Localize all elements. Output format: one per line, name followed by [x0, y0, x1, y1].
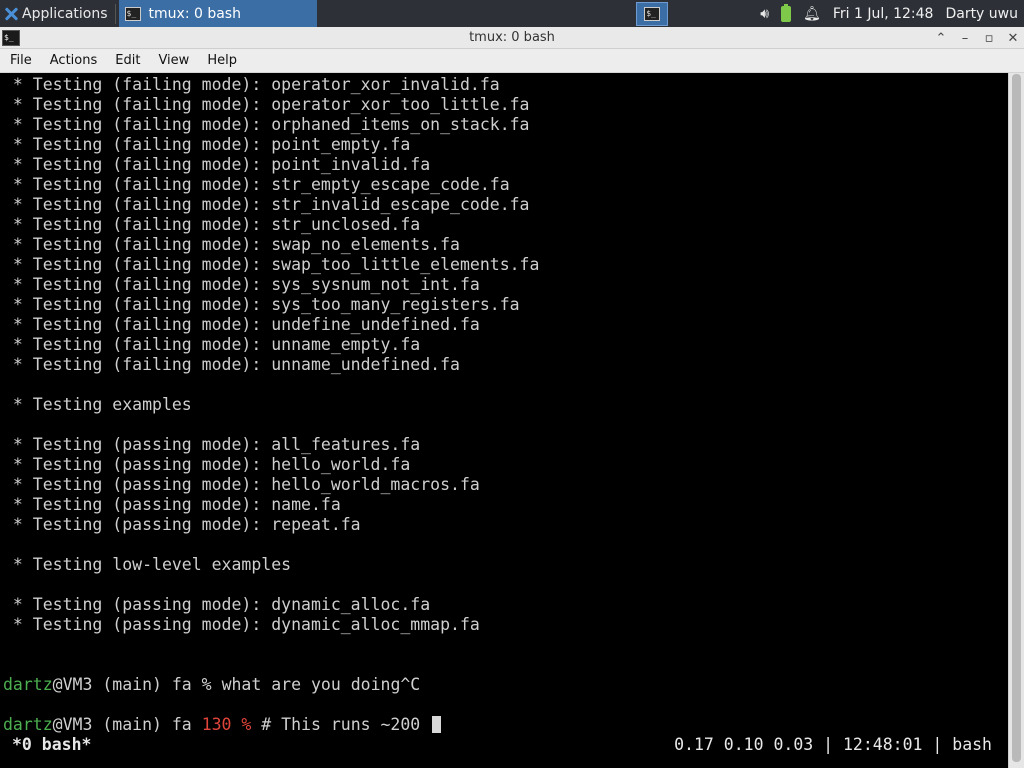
menu-help[interactable]: Help: [197, 53, 245, 68]
terminal-line: * Testing (failing mode): str_unclosed.f…: [3, 215, 421, 234]
prompt-line: dartz@VM3 (main) fa % what are you doing…: [3, 675, 420, 695]
prompt-host: @VM3 (main) fa: [52, 715, 202, 734]
terminal-line: * Testing (failing mode): unname_empty.f…: [3, 335, 421, 354]
shade-button[interactable]: ⌃: [934, 31, 948, 46]
terminal-line: * Testing (passing mode): dynamic_alloc_…: [3, 615, 480, 634]
menu-view[interactable]: View: [148, 53, 197, 68]
terminal-line: * Testing (failing mode): sys_sysnum_not…: [3, 275, 480, 294]
panel-separator: [114, 3, 116, 24]
clock[interactable]: Fri 1 Jul, 12:48: [833, 6, 934, 22]
terminal-line: * Testing low-level examples: [3, 555, 292, 574]
terminal-line: * Testing (failing mode): point_empty.fa: [3, 135, 411, 154]
minimize-button[interactable]: –: [958, 31, 972, 46]
window-title: tmux: 0 bash: [469, 30, 555, 45]
notification-bell-icon[interactable]: 🔔︎: [803, 6, 821, 22]
terminal-line: * Testing (failing mode): str_invalid_es…: [3, 195, 530, 214]
prompt-command: # This runs ~200: [251, 715, 431, 734]
terminal-line: * Testing (passing mode): name.fa: [3, 495, 341, 514]
terminal-line: * Testing (failing mode): operator_xor_i…: [3, 75, 500, 94]
terminal-line: * Testing (failing mode): unname_undefin…: [3, 355, 460, 374]
terminal-line: * Testing (passing mode): hello_world.fa: [3, 455, 411, 474]
window-titlebar[interactable]: $_ tmux: 0 bash ⌃ – ▫ ✕: [0, 27, 1024, 49]
volume-icon[interactable]: 🔊︎: [760, 6, 769, 22]
terminal-line: * Testing (failing mode): sys_too_many_r…: [3, 295, 520, 314]
menu-actions[interactable]: Actions: [40, 53, 106, 68]
terminal-line: * Testing (passing mode): repeat.fa: [3, 515, 361, 534]
menu-edit[interactable]: Edit: [105, 53, 148, 68]
terminal-line: * Testing (failing mode): str_empty_esca…: [3, 175, 510, 194]
terminal-line: * Testing (failing mode): undefine_undef…: [3, 315, 480, 334]
scrollbar-thumb[interactable]: [1012, 74, 1021, 762]
menu-bar: File Actions Edit View Help: [0, 49, 1024, 73]
tmux-window-label[interactable]: *0 bash*: [12, 735, 91, 754]
user-menu[interactable]: Darty uwu: [945, 6, 1018, 22]
prompt-host: @VM3 (main) fa %: [52, 675, 222, 694]
system-tray: 🔊︎ 🔔︎ Fri 1 Jul, 12:48 Darty uwu: [674, 3, 1024, 22]
terminal-line: * Testing examples: [3, 395, 192, 414]
terminal-line: * Testing (failing mode): orphaned_items…: [3, 115, 530, 134]
text-cursor: [432, 716, 442, 733]
maximize-button[interactable]: ▫: [982, 31, 996, 46]
taskbar-item-label: tmux: 0 bash: [148, 5, 241, 22]
terminal-line: * Testing (failing mode): swap_no_elemen…: [3, 235, 460, 254]
close-button[interactable]: ✕: [1006, 31, 1020, 46]
applications-label: Applications: [22, 5, 108, 22]
tmux-status-right: 0.17 0.10 0.03 | 12:48:01 | bash: [674, 735, 992, 754]
battery-icon[interactable]: [781, 3, 792, 22]
terminal-output[interactable]: * Testing (failing mode): operator_xor_i…: [0, 73, 1008, 768]
workspace-switcher[interactable]: $_: [636, 1, 669, 26]
prompt-user: dartz: [3, 675, 53, 694]
prompt-user: dartz: [3, 715, 53, 734]
tmux-status-bar: *0 bash* 0.17 0.10 0.03 | 12:48:01 | bas…: [0, 735, 1008, 757]
terminal-line: * Testing (failing mode): point_invalid.…: [3, 155, 431, 174]
taskbar-item-terminal[interactable]: $_ tmux: 0 bash: [118, 0, 317, 27]
terminal-icon: $_: [124, 6, 141, 21]
prompt-line-active[interactable]: dartz@VM3 (main) fa 130 % # This runs ~2…: [3, 715, 442, 735]
terminal-line: * Testing (passing mode): dynamic_alloc.…: [3, 595, 431, 614]
terminal-line: * Testing (passing mode): hello_world_ma…: [3, 475, 480, 494]
terminal-line: * Testing (passing mode): all_features.f…: [3, 435, 421, 454]
terminal-line: * Testing (failing mode): operator_xor_t…: [3, 95, 530, 114]
menu-file[interactable]: File: [0, 53, 40, 68]
terminal-scrollbar[interactable]: [1008, 73, 1024, 768]
exit-code: 130 %: [201, 715, 252, 734]
top-panel: Applications $_ tmux: 0 bash $_ 🔊︎ 🔔︎ Fr…: [0, 0, 1024, 27]
applications-menu[interactable]: Applications: [0, 0, 112, 27]
prompt-command: what are you doing^C: [221, 675, 421, 694]
terminal-icon: $_: [644, 6, 661, 21]
xfce-logo-icon: [4, 7, 18, 21]
terminal-line: * Testing (failing mode): swap_too_littl…: [3, 255, 540, 274]
